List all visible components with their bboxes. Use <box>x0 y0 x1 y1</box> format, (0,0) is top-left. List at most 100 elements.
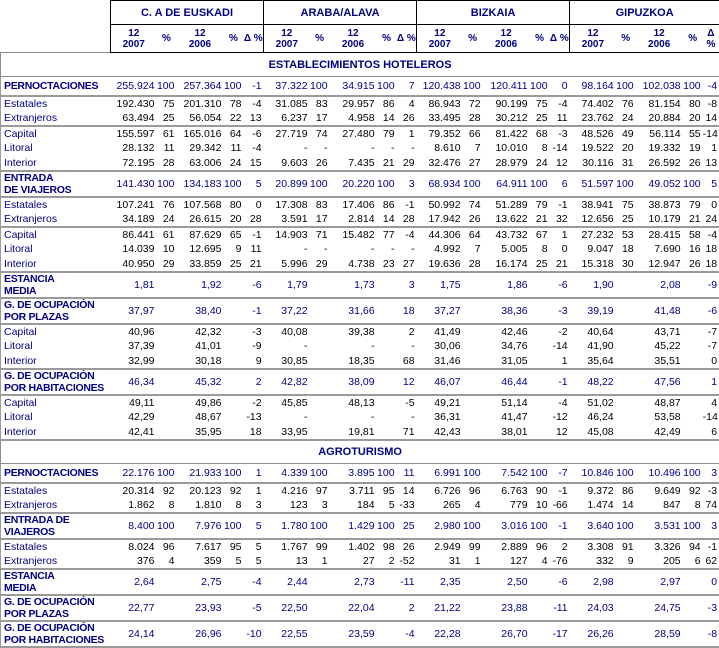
row-label: Interior <box>1 257 111 272</box>
cell: 21 <box>530 212 550 227</box>
tourism-statistics-table: C. A DE EUSKADIARABA/ALAVABIZKAIAGIPUZKO… <box>0 0 719 648</box>
cell: - <box>397 410 417 425</box>
cell: 2,97 <box>636 569 683 595</box>
cell: 32 <box>550 212 570 227</box>
cell: -1 <box>550 197 570 212</box>
cell: 28 <box>244 212 264 227</box>
table-row: ESTANCIA MEDIA1,811,92-61,791,7331,751,8… <box>1 272 719 298</box>
cell: 23,59 <box>330 621 377 647</box>
cell <box>683 395 703 410</box>
cell: -4 <box>244 569 264 595</box>
row-label: ENTRADA DE VIAJEROS <box>1 171 111 197</box>
cell: 38,01 <box>483 425 530 440</box>
cell <box>683 410 703 425</box>
column-header: % <box>157 25 177 53</box>
cell: 49 <box>616 126 636 141</box>
row-label: Extranjeros <box>1 111 111 126</box>
cell <box>463 272 483 298</box>
cell: 53,58 <box>636 410 683 425</box>
cell: 20 <box>683 111 703 126</box>
row-label: G. DE OCUPACIÓN POR PLAZAS <box>1 298 111 324</box>
cell: - <box>264 410 310 425</box>
cell: 49,11 <box>111 395 157 410</box>
cell: 155.597 <box>111 126 157 141</box>
cell <box>683 369 703 395</box>
row-label: Extranjeros <box>1 554 111 569</box>
cell: 40,96 <box>111 324 157 339</box>
cell: 17 <box>310 111 330 126</box>
table-header: C. A DE EUSKADIARABA/ALAVABIZKAIAGIPUZKO… <box>1 1 719 53</box>
table-row: G. DE OCUPACIÓN POR HABITACIONES24,1426,… <box>1 621 719 647</box>
cell <box>377 354 397 369</box>
cell: 2.814 <box>330 212 377 227</box>
cell: 90.199 <box>483 96 530 111</box>
cell: 18 <box>703 257 719 272</box>
cell: 205 <box>636 554 683 569</box>
cell <box>310 324 330 339</box>
cell: -14 <box>703 126 719 141</box>
cell <box>310 272 330 298</box>
cell: 11 <box>244 242 264 257</box>
cell: 100 <box>530 464 550 483</box>
cell <box>377 621 397 647</box>
cell: - <box>377 141 397 156</box>
cell: 100 <box>683 464 703 483</box>
cell: 20.123 <box>177 483 224 498</box>
cell: -3 <box>244 324 264 339</box>
cell: 96 <box>530 539 550 554</box>
cell: 23.762 <box>570 111 616 126</box>
cell: 99 <box>310 539 330 554</box>
column-header: 12 2007 <box>417 25 463 53</box>
cell: 192.430 <box>111 96 157 111</box>
cell: 33.859 <box>177 257 224 272</box>
cell: 41,49 <box>417 324 463 339</box>
column-header: 12 2006 <box>483 25 530 53</box>
cell: 1.767 <box>264 539 310 554</box>
cell: -1 <box>550 483 570 498</box>
column-header: % <box>616 25 636 53</box>
cell: 31 <box>616 156 636 171</box>
cell: 4 <box>703 395 719 410</box>
cell: -6 <box>244 272 264 298</box>
cell: 1.474 <box>570 498 616 513</box>
cell: 17 <box>310 212 330 227</box>
cell: 2,98 <box>570 569 616 595</box>
cell: 9.603 <box>264 156 310 171</box>
cell <box>530 272 550 298</box>
cell: 28 <box>463 111 483 126</box>
table-body: ESTABLECIMIENTOS HOTELEROSPERNOCTACIONES… <box>1 53 719 647</box>
cell: 24 <box>616 111 636 126</box>
cell: 28,59 <box>636 621 683 647</box>
cell: 33.495 <box>417 111 463 126</box>
cell: 10 <box>157 242 177 257</box>
table-row: Extranjeros34.1892426.61520283.591172.81… <box>1 212 719 227</box>
cell: 1,86 <box>483 272 530 298</box>
cell: 42,32 <box>177 324 224 339</box>
cell: 100 <box>377 77 397 96</box>
cell: 10.179 <box>636 212 683 227</box>
cell: 6.763 <box>483 483 530 498</box>
cell: 107.241 <box>111 197 157 212</box>
cell <box>310 569 330 595</box>
cell: 76 <box>616 96 636 111</box>
cell: -4 <box>244 141 264 156</box>
cell <box>463 324 483 339</box>
cell: 100 <box>377 513 397 539</box>
cell: 64 <box>463 227 483 242</box>
cell: 41,90 <box>570 339 616 354</box>
cell: 127 <box>483 554 530 569</box>
cell: 30.212 <box>483 111 530 126</box>
row-label: Estatales <box>1 197 111 212</box>
cell: 22,50 <box>264 595 310 621</box>
cell: 37,22 <box>264 298 310 324</box>
cell <box>463 410 483 425</box>
cell: - <box>397 141 417 156</box>
cell <box>157 369 177 395</box>
cell: 48,22 <box>570 369 616 395</box>
cell: 33,95 <box>264 425 310 440</box>
cell: -3 <box>550 298 570 324</box>
table-row: G. DE OCUPACIÓN POR PLAZAS37,9738,40-137… <box>1 298 719 324</box>
row-label: PERNOCTACIONES <box>1 77 111 96</box>
cell: 62 <box>703 554 719 569</box>
cell: 11 <box>224 141 244 156</box>
